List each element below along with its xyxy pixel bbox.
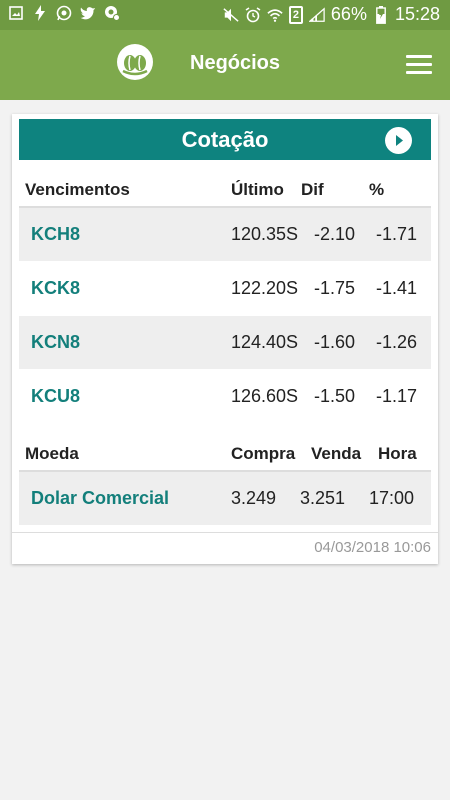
futures-code: KCU8 — [31, 386, 81, 406]
card-header: Cotação — [19, 119, 431, 160]
menu-bar-middle — [406, 63, 432, 66]
futures-header-percent: % — [369, 180, 385, 199]
wifi-icon — [267, 7, 283, 23]
play-circle-icon[interactable] — [385, 127, 412, 154]
flash-icon — [32, 5, 48, 21]
quotation-card: Cotação Vencimentos Último Dif % KCH8 12… — [12, 114, 438, 564]
futures-code: KCH8 — [31, 224, 81, 244]
futures-diff: -1.60 — [314, 332, 356, 352]
whatsapp-icon — [56, 5, 72, 21]
futures-percent: -1.41 — [376, 278, 418, 298]
settings-notification-icon — [104, 5, 120, 21]
futures-header-maturity: Vencimentos — [25, 180, 130, 199]
futures-last: 124.40S — [231, 332, 299, 352]
futures-code: KCN8 — [31, 332, 81, 352]
coffee-bean-logo-icon — [117, 44, 153, 80]
page-title: Negócios — [190, 52, 281, 74]
alarm-icon — [245, 6, 261, 23]
futures-percent: -1.26 — [376, 332, 418, 352]
battery-charging-icon — [373, 5, 389, 24]
app-bar: Negócios — [0, 30, 450, 100]
sim-slot-badge: 2 — [288, 5, 303, 24]
currency-buy: 3.249 — [231, 488, 277, 508]
futures-last: 120.35S — [231, 224, 299, 244]
currency-header-sell: Venda — [311, 444, 362, 463]
battery-percent: 66% — [330, 4, 367, 24]
status-bar: 2 66% 15:28 — [0, 0, 450, 30]
card-footer-divider — [12, 532, 438, 533]
futures-last: 122.20S — [231, 278, 299, 298]
currency-time: 17:00 — [369, 488, 415, 508]
clock: 15:28 — [394, 4, 440, 24]
futures-row[interactable]: KCH8 120.35S -2.10 -1.71 — [19, 208, 431, 261]
last-updated-timestamp: 04/03/2018 10:06 — [314, 539, 431, 556]
menu-bar-top — [406, 55, 432, 58]
mute-icon — [223, 7, 239, 23]
twitter-icon — [80, 5, 96, 21]
currency-header-time: Hora — [378, 444, 417, 463]
hamburger-menu-icon[interactable] — [404, 52, 434, 76]
futures-percent: -1.17 — [376, 386, 418, 406]
currency-name: Dolar Comercial — [31, 488, 170, 508]
futures-row[interactable]: KCN8 124.40S -1.60 -1.26 — [19, 316, 431, 369]
signal-icon — [308, 6, 325, 23]
futures-percent: -1.71 — [376, 224, 418, 244]
menu-bar-bottom — [406, 71, 432, 74]
card-title: Cotação — [181, 127, 269, 152]
currency-row[interactable]: Dolar Comercial 3.249 3.251 17:00 — [19, 472, 431, 525]
futures-header-diff: Dif — [301, 180, 324, 199]
notification-icons — [8, 5, 120, 21]
futures-diff: -1.75 — [314, 278, 356, 298]
futures-row[interactable]: KCU8 126.60S -1.50 -1.17 — [19, 370, 431, 423]
currency-sell: 3.251 — [300, 488, 346, 508]
gallery-icon — [8, 5, 24, 21]
currency-header-buy: Compra — [231, 444, 296, 463]
system-status-icons: 2 66% 15:28 — [223, 4, 440, 25]
futures-code: KCK8 — [31, 278, 81, 298]
futures-header-last: Último — [231, 180, 284, 199]
futures-row[interactable]: KCK8 122.20S -1.75 -1.41 — [19, 262, 431, 315]
futures-diff: -2.10 — [314, 224, 356, 244]
futures-diff: -1.50 — [314, 386, 356, 406]
currency-header-name: Moeda — [25, 444, 79, 463]
futures-last: 126.60S — [231, 386, 299, 406]
